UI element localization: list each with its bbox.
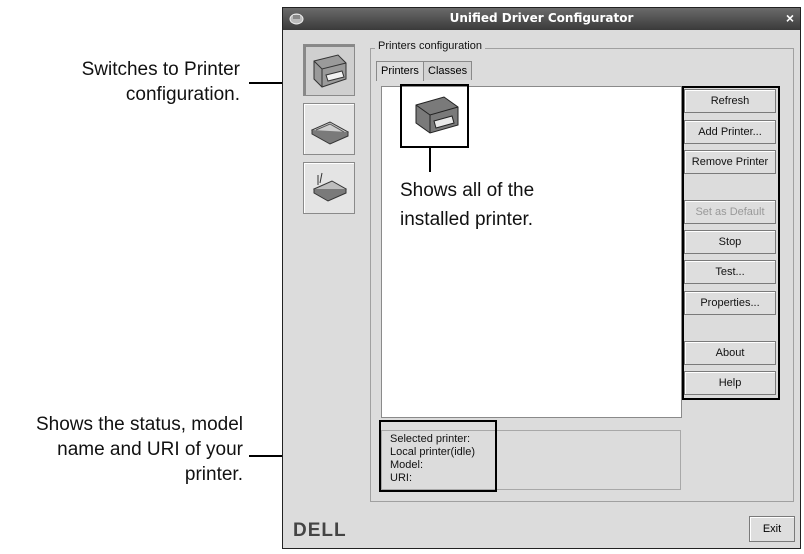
callout-line: Switches to Printer — [81, 59, 240, 80]
callout-line: installed printer. — [400, 209, 534, 230]
tab-classes[interactable]: Classes — [423, 61, 473, 80]
installed-printer-highlight — [400, 84, 469, 148]
close-icon[interactable]: × — [786, 10, 794, 26]
sidebar-item-scanners[interactable] — [303, 103, 355, 155]
sidebar-item-ports[interactable] — [303, 162, 355, 214]
callout-printer-config: Switches to Printer configuration. — [40, 57, 240, 107]
unified-driver-configurator-window: Unified Driver Configurator × Printers c… — [282, 7, 801, 549]
printer-icon — [313, 54, 347, 88]
title-bar: Unified Driver Configurator × — [283, 8, 800, 30]
group-label: Printers configuration — [375, 40, 485, 52]
window-title: Unified Driver Configurator — [449, 11, 634, 25]
buttons-highlight — [682, 86, 780, 400]
sidebar-item-printers[interactable] — [303, 44, 355, 96]
callout-line: configuration. — [125, 84, 240, 105]
port-icon — [312, 172, 348, 202]
dell-logo: DELL — [293, 520, 347, 541]
scanner-icon — [310, 121, 350, 145]
tab-printers[interactable]: Printers — [376, 61, 424, 81]
callout-line: printer. — [184, 464, 243, 485]
status-highlight — [379, 420, 497, 492]
callout-installed: Shows all of the installed printer. — [400, 176, 534, 234]
callout-status: Shows the status, model name and URI of … — [0, 412, 243, 487]
exit-button[interactable]: Exit — [749, 516, 795, 542]
callout-line: Shows all of the — [400, 180, 535, 201]
callout-line: name and URI of your — [57, 439, 243, 460]
leader-line — [429, 148, 431, 172]
callout-line: Shows the status, model — [36, 414, 243, 435]
